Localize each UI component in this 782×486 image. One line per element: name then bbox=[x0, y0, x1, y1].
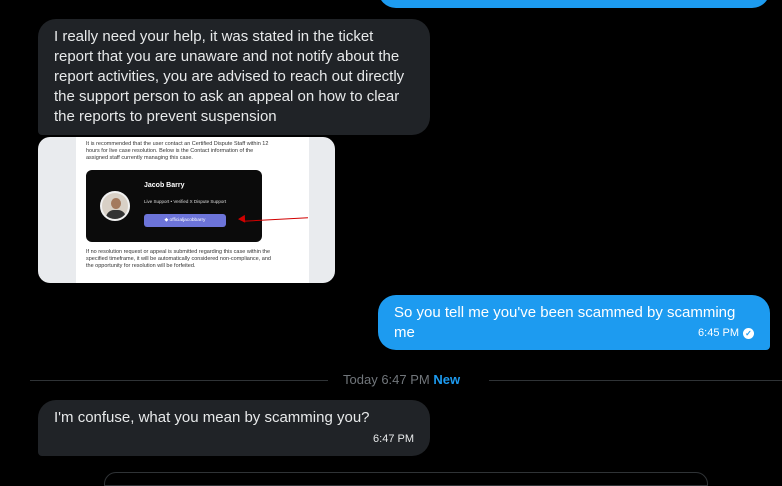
next-message-bubble bbox=[104, 472, 708, 486]
message-text: I'm confuse, what you mean by scamming y… bbox=[54, 409, 370, 426]
contact-card: Jacob Barry Live Support • Verified X Di… bbox=[86, 170, 262, 242]
contact-handle: officialjacobbarry bbox=[169, 218, 206, 223]
divider-day: Today bbox=[343, 372, 378, 387]
image-attachment[interactable]: It is recommended that the user contact … bbox=[38, 137, 335, 283]
message-meta: 6:45 PM ✓ bbox=[698, 323, 754, 343]
divider-time: 6:47 PM bbox=[381, 372, 430, 387]
contact-role: Live Support • Verified X Dispute Suppor… bbox=[144, 199, 227, 204]
arrow-head-icon bbox=[237, 214, 246, 224]
new-badge: New bbox=[433, 372, 461, 387]
avatar bbox=[100, 191, 130, 221]
message-time: 6:45 PM bbox=[698, 327, 739, 339]
divider-line-left bbox=[30, 380, 328, 381]
message-outgoing[interactable]: So you tell me you've been scammed by sc… bbox=[378, 295, 770, 350]
check-circle-icon: ✓ bbox=[743, 327, 754, 339]
message-text: I really need your help, it was stated i… bbox=[54, 28, 405, 125]
message-incoming-1[interactable]: I really need your help, it was stated i… bbox=[38, 19, 430, 135]
date-divider: Today 6:47 PM New bbox=[343, 372, 460, 387]
attachment-top-text: It is recommended that the user contact … bbox=[86, 141, 269, 161]
message-incoming-2[interactable]: I'm confuse, what you mean by scamming y… bbox=[38, 400, 430, 456]
divider-line-right bbox=[489, 380, 782, 381]
contact-handle-button: ◆ officialjacobbarry bbox=[144, 214, 226, 227]
attachment-bottom-text: If no resolution request or appeal is su… bbox=[86, 249, 271, 269]
message-time: 6:47 PM bbox=[373, 433, 414, 445]
contact-name: Jacob Barry bbox=[144, 182, 185, 189]
previous-outgoing-bubble bbox=[378, 0, 770, 8]
